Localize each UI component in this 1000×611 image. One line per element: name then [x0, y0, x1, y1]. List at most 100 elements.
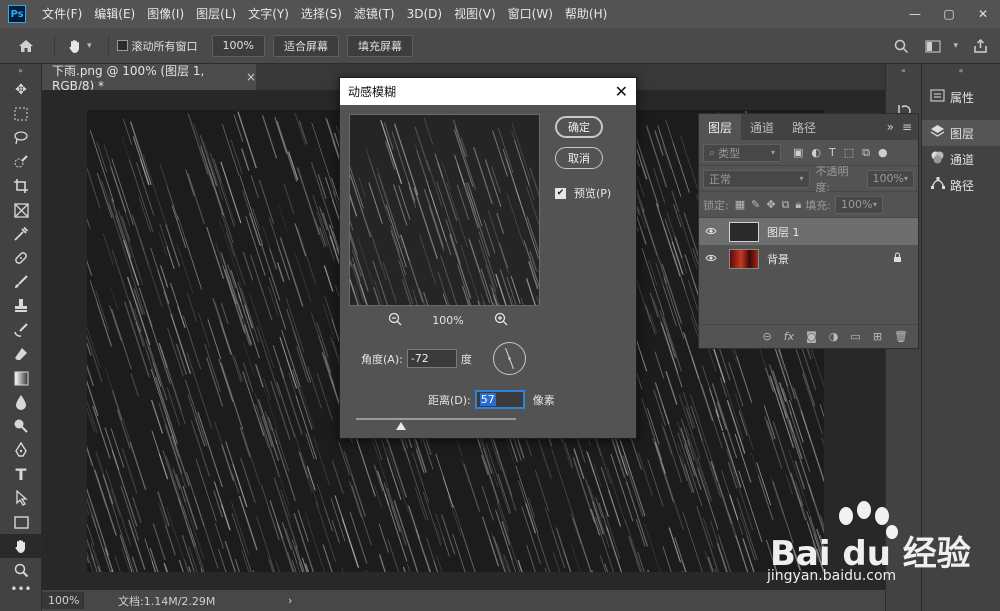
- search-icon[interactable]: [889, 28, 913, 64]
- scroll-all-windows-checkbox[interactable]: 滚动所有窗口: [116, 38, 198, 54]
- history-brush-tool-icon[interactable]: [0, 318, 42, 342]
- cancel-button[interactable]: 取消: [555, 147, 603, 169]
- distance-input[interactable]: 57: [474, 390, 525, 409]
- pixel-filter-icon[interactable]: ▣: [793, 146, 803, 160]
- zoom-level-field[interactable]: 100%: [211, 34, 265, 57]
- hand-tool-icon[interactable]: [63, 28, 87, 64]
- checkbox-icon[interactable]: [116, 40, 128, 51]
- type-filter-icon[interactable]: T: [829, 146, 836, 160]
- close-tab-icon[interactable]: ×: [246, 70, 256, 84]
- menu-filter[interactable]: 滤镜(T): [348, 0, 401, 28]
- chevron-down-icon[interactable]: ▾: [953, 41, 958, 51]
- filter-preview[interactable]: [349, 114, 540, 306]
- collapse-arrows-icon[interactable]: «: [922, 64, 1000, 78]
- dodge-tool-icon[interactable]: [0, 414, 42, 438]
- hand-tool-icon[interactable]: [0, 534, 42, 558]
- properties-panel-button[interactable]: 属性: [922, 84, 1000, 110]
- link-layers-icon[interactable]: ⊝: [763, 330, 772, 343]
- panel-menu-icon[interactable]: ≡: [902, 120, 912, 134]
- lock-image-icon[interactable]: ✎: [751, 198, 760, 211]
- new-adjustment-layer-icon[interactable]: ◑: [829, 330, 839, 343]
- home-icon[interactable]: [14, 28, 38, 64]
- pen-tool-icon[interactable]: [0, 438, 42, 462]
- frame-tool-icon[interactable]: [0, 198, 42, 222]
- smart-object-filter-icon[interactable]: ⧉: [862, 146, 870, 160]
- paths-panel-button[interactable]: 路径: [922, 172, 1000, 198]
- visibility-eye-icon[interactable]: [705, 225, 721, 238]
- move-tool-icon[interactable]: ✥: [0, 78, 42, 102]
- channels-panel-button[interactable]: 通道: [922, 146, 1000, 172]
- lock-position-icon[interactable]: ✥: [766, 198, 775, 211]
- lasso-tool-icon[interactable]: [0, 126, 42, 150]
- layer-kind-filter[interactable]: ⌕ 类型 ▾: [703, 143, 781, 162]
- minimize-button[interactable]: —: [898, 0, 932, 28]
- close-window-button[interactable]: ✕: [966, 0, 1000, 28]
- fit-screen-button[interactable]: 适合屏幕: [272, 34, 339, 57]
- zoom-tool-icon[interactable]: [0, 558, 42, 582]
- collapse-arrows-icon[interactable]: «: [886, 64, 921, 78]
- status-zoom-field[interactable]: 100%: [42, 592, 84, 609]
- ok-button[interactable]: 确定: [555, 116, 603, 138]
- menu-3d[interactable]: 3D(D): [401, 0, 448, 28]
- distance-slider-thumb[interactable]: [396, 422, 406, 430]
- status-menu-arrow-icon[interactable]: ›: [288, 594, 292, 607]
- menu-help[interactable]: 帮助(H): [559, 0, 613, 28]
- menu-layer[interactable]: 图层(L): [190, 0, 242, 28]
- menu-file[interactable]: 文件(F): [36, 0, 88, 28]
- menu-select[interactable]: 选择(S): [295, 0, 348, 28]
- angle-dial[interactable]: [493, 342, 526, 375]
- maximize-button[interactable]: ▢: [932, 0, 966, 28]
- rectangle-tool-icon[interactable]: [0, 510, 42, 534]
- eraser-tool-icon[interactable]: [0, 342, 42, 366]
- blur-tool-icon[interactable]: [0, 390, 42, 414]
- fill-field[interactable]: 100% ▾: [835, 195, 883, 214]
- shape-filter-icon[interactable]: ⬚: [844, 146, 854, 160]
- add-mask-icon[interactable]: ◙: [806, 330, 817, 343]
- layers-panel-button[interactable]: 图层: [922, 120, 1000, 146]
- new-layer-icon[interactable]: ⊞: [873, 330, 882, 343]
- lock-artboard-icon[interactable]: ⧉: [782, 198, 790, 212]
- gradient-tool-icon[interactable]: [0, 366, 42, 390]
- brush-tool-icon[interactable]: [0, 270, 42, 294]
- share-icon[interactable]: [968, 28, 992, 64]
- menu-window[interactable]: 窗口(W): [502, 0, 559, 28]
- tab-channels[interactable]: 通道: [741, 114, 783, 140]
- menu-edit[interactable]: 编辑(E): [88, 0, 141, 28]
- menu-type[interactable]: 文字(Y): [242, 0, 295, 28]
- document-tab[interactable]: 下雨.png @ 100% (图层 1, RGB/8) * ×: [42, 64, 256, 93]
- layer-row-layer1[interactable]: 图层 1: [699, 218, 918, 245]
- chevron-down-icon[interactable]: ▾: [87, 41, 92, 51]
- lock-transparent-icon[interactable]: ▦: [735, 198, 745, 211]
- type-tool-icon[interactable]: T: [0, 462, 42, 486]
- path-selection-tool-icon[interactable]: [0, 486, 42, 510]
- zoom-in-icon[interactable]: [494, 312, 508, 329]
- dialog-title-bar[interactable]: 动感模糊: [340, 78, 636, 105]
- lock-all-icon[interactable]: 🔒︎: [795, 198, 801, 212]
- healing-brush-tool-icon[interactable]: [0, 246, 42, 270]
- collapse-arrows-icon[interactable]: »: [887, 120, 894, 134]
- layer-row-background[interactable]: 背景: [699, 245, 918, 272]
- more-tools-icon[interactable]: •••: [0, 582, 42, 596]
- menu-image[interactable]: 图像(I): [141, 0, 190, 28]
- clone-stamp-tool-icon[interactable]: [0, 294, 42, 318]
- fill-screen-button[interactable]: 填充屏幕: [346, 34, 413, 57]
- visibility-eye-icon[interactable]: [705, 252, 721, 265]
- checkmark-icon[interactable]: ✔: [555, 187, 566, 199]
- collapse-arrows-icon[interactable]: »: [0, 64, 41, 78]
- layer-style-fx-icon[interactable]: fx: [784, 330, 794, 343]
- blend-mode-select[interactable]: 正常 ▾: [703, 169, 810, 188]
- preview-checkbox[interactable]: ✔ 预览(P): [555, 185, 611, 201]
- crop-tool-icon[interactable]: [0, 174, 42, 198]
- new-group-folder-icon[interactable]: ▭: [850, 330, 860, 343]
- adjustment-filter-icon[interactable]: ◐: [811, 146, 821, 160]
- marquee-tool-icon[interactable]: [0, 102, 42, 126]
- angle-input[interactable]: -72: [406, 349, 457, 368]
- zoom-out-icon[interactable]: [388, 312, 402, 329]
- eyedropper-tool-icon[interactable]: [0, 222, 42, 246]
- menu-view[interactable]: 视图(V): [448, 0, 502, 28]
- quick-selection-tool-icon[interactable]: [0, 150, 42, 174]
- workspace-icon[interactable]: [921, 28, 945, 64]
- delete-layer-trash-icon[interactable]: 🗑︎: [894, 330, 908, 343]
- tab-layers[interactable]: 图层: [699, 114, 742, 140]
- opacity-field[interactable]: 100% ▾: [866, 169, 914, 188]
